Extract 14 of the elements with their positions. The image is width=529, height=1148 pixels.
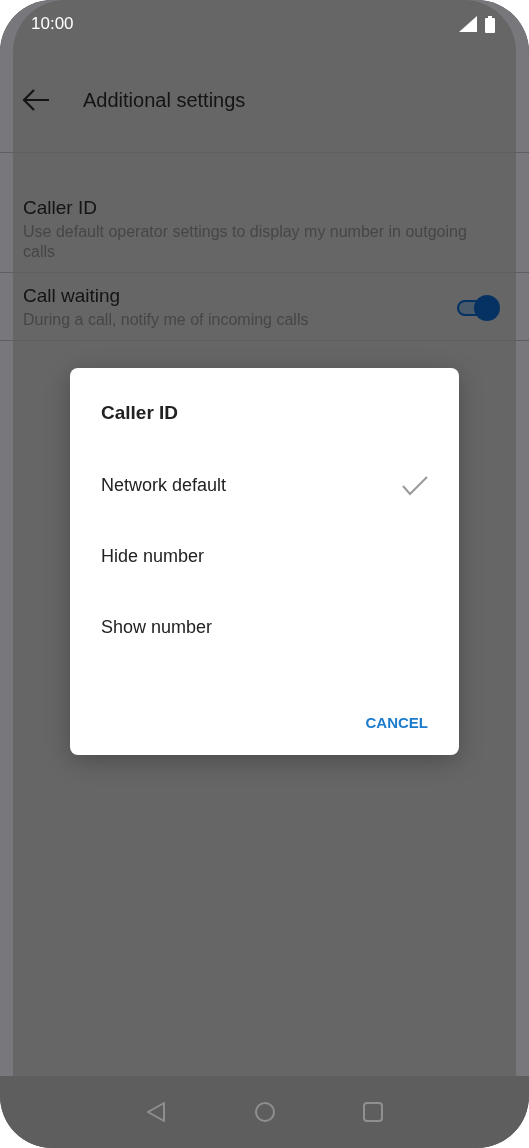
option-label[interactable]: Show number — [101, 617, 213, 638]
back-arrow-icon[interactable] — [22, 89, 50, 111]
recents-icon[interactable] — [361, 1101, 384, 1123]
cancel-button[interactable]: CANCEL — [365, 710, 428, 735]
battery-icon — [485, 15, 495, 33]
screen-title: Additional settings — [83, 88, 246, 112]
signal-icon — [459, 16, 477, 32]
home-icon[interactable] — [253, 1101, 276, 1123]
status-time: 10:00 — [31, 14, 74, 34]
toggle-switch[interactable] — [457, 293, 501, 322]
dialog-title: Caller ID — [101, 402, 179, 424]
option-label[interactable]: Network default — [101, 475, 227, 496]
back-icon[interactable] — [145, 1101, 168, 1123]
option-label[interactable]: Hide number — [101, 546, 205, 567]
